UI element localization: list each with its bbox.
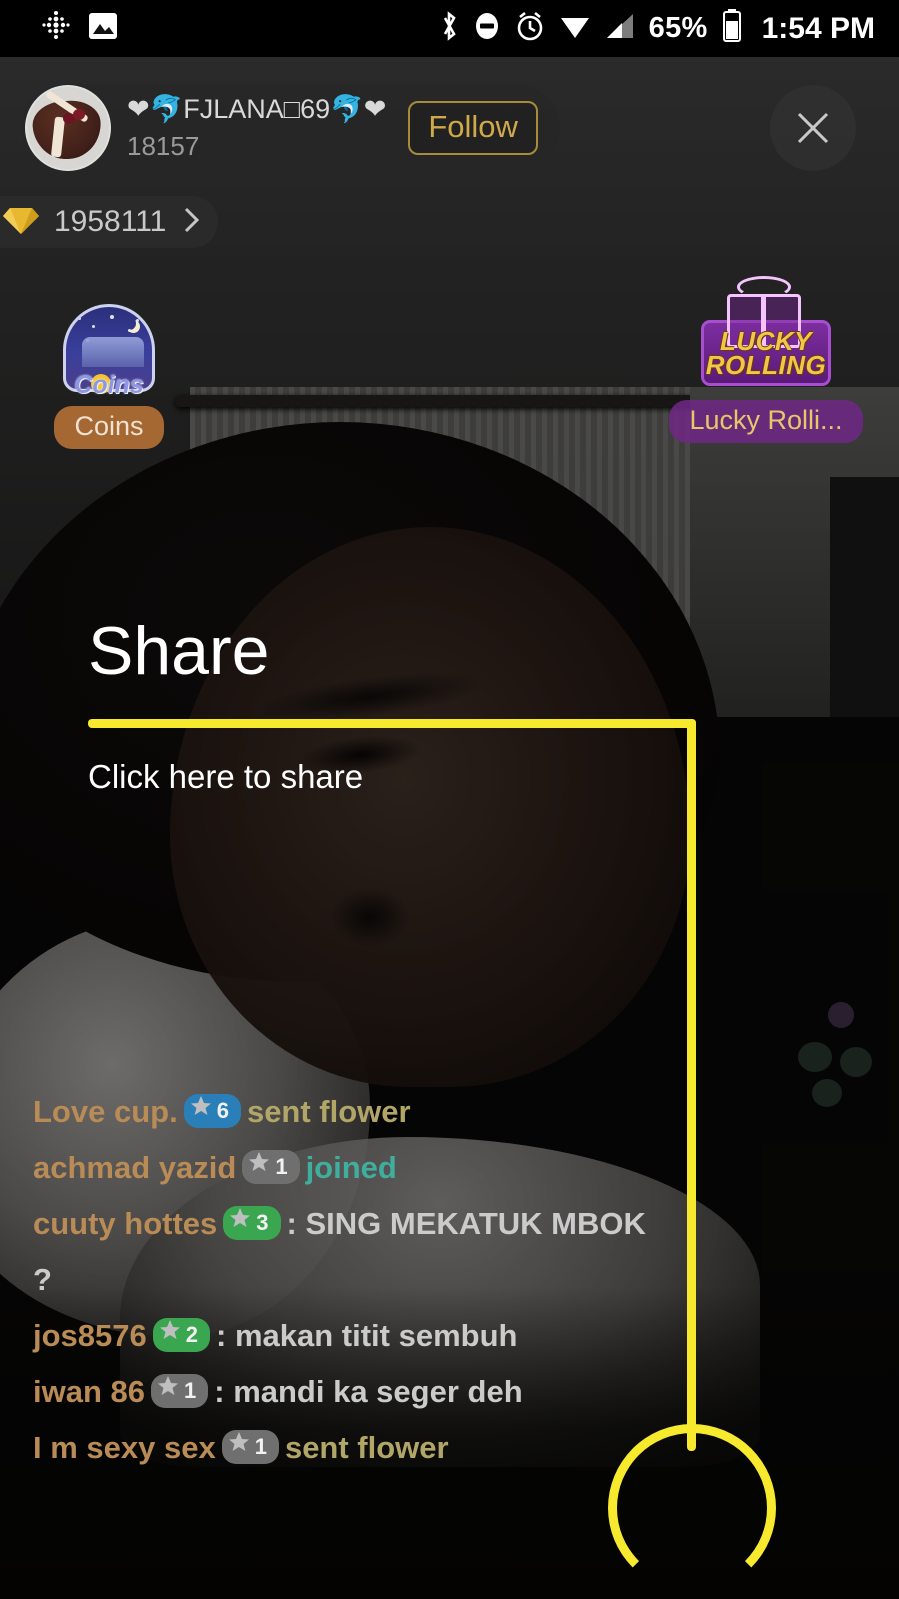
chat-colon: : bbox=[214, 1374, 234, 1409]
tutorial-title: Share bbox=[88, 613, 270, 689]
chat-username: achmad yazid bbox=[33, 1150, 237, 1185]
do-not-disturb-icon bbox=[473, 10, 501, 47]
star-icon bbox=[229, 1205, 251, 1239]
wifi-icon bbox=[559, 12, 591, 45]
battery-icon bbox=[722, 9, 742, 48]
chat-message[interactable]: jos8576 2: makan titit sembuh bbox=[33, 1308, 653, 1364]
chat-message-list[interactable]: Love cup. 6 sent flower achmad yazid 1 joined… bbox=[33, 1084, 653, 1476]
coins-badge-text: Coins bbox=[74, 371, 144, 399]
live-stream-screen: 65% 1:54 PM ❤🐬FJLANA□69🐬❤ 18157 Follow 1… bbox=[0, 0, 899, 1599]
sidebar-item-lucky-rolling[interactable]: LUCKY ROLLING Lucky Rolli... bbox=[669, 276, 863, 443]
chat-text: mandi ka seger deh bbox=[233, 1374, 523, 1409]
bottom-action-bar bbox=[0, 1440, 899, 1599]
sidebar-item-label-coins: Coins bbox=[54, 406, 164, 449]
chat-message[interactable]: iwan 86 1: mandi ka seger deh bbox=[33, 1364, 653, 1420]
lucky-rolling-badge-icon: LUCKY ROLLING bbox=[691, 276, 841, 392]
chat-colon: : bbox=[286, 1206, 306, 1241]
bluetooth-icon bbox=[439, 10, 459, 47]
alarm-icon bbox=[515, 10, 545, 47]
streamer-id: 18157 bbox=[127, 131, 200, 161]
image-icon bbox=[88, 12, 118, 45]
level-badge: 1 bbox=[151, 1373, 209, 1408]
chat-message[interactable]: cuuty hottes 3: SING MEKATUK MBOK ? bbox=[33, 1196, 653, 1308]
chat-colon: : bbox=[216, 1318, 235, 1353]
level-badge: 1 bbox=[242, 1149, 300, 1184]
star-icon bbox=[157, 1373, 179, 1407]
star-icon bbox=[248, 1149, 270, 1183]
lucky-badge-line2: ROLLING bbox=[705, 350, 827, 380]
chat-text: makan titit sembuh bbox=[234, 1318, 518, 1353]
clock-time: 1:54 PM bbox=[761, 11, 875, 45]
sidebar-item-label-lucky-rolling: Lucky Rolli... bbox=[669, 400, 863, 443]
close-icon[interactable] bbox=[770, 85, 856, 171]
chat-message[interactable]: achmad yazid 1 joined bbox=[33, 1140, 653, 1196]
dots-grid-icon bbox=[42, 11, 70, 46]
tutorial-highlight-horizontal bbox=[88, 719, 696, 728]
tutorial-highlight-vertical bbox=[687, 719, 696, 1451]
coins-badge-icon: Coins bbox=[55, 300, 163, 399]
streamer-username: ❤🐬FJLANA□69🐬❤ bbox=[127, 94, 387, 124]
chat-gift-action: sent flower bbox=[246, 1094, 411, 1129]
chat-message[interactable]: Love cup. 6 sent flower bbox=[33, 1084, 653, 1140]
level-badge: 2 bbox=[152, 1317, 211, 1352]
chat-username: iwan 86 bbox=[33, 1374, 145, 1409]
follow-button[interactable]: Follow bbox=[408, 101, 538, 155]
diamond-count: 1958111 bbox=[54, 205, 167, 238]
chat-join-action: joined bbox=[305, 1150, 397, 1185]
streamer-info-bar[interactable]: ❤🐬FJLANA□69🐬❤ 18157 Follow bbox=[22, 84, 560, 172]
chat-username: Love cup. bbox=[33, 1094, 178, 1129]
chat-username: cuuty hottes bbox=[33, 1206, 218, 1241]
avatar[interactable] bbox=[25, 85, 111, 171]
chat-username: jos8576 bbox=[33, 1318, 147, 1353]
level-badge: 3 bbox=[223, 1205, 281, 1240]
diamond-counter[interactable]: 1958111 bbox=[0, 196, 219, 248]
chevron-right-icon bbox=[180, 204, 202, 241]
star-icon bbox=[159, 1317, 181, 1351]
tutorial-subtitle: Click here to share bbox=[88, 758, 364, 795]
level-badge: 6 bbox=[183, 1093, 241, 1128]
status-bar: 65% 1:54 PM bbox=[0, 0, 899, 57]
signal-icon bbox=[605, 12, 635, 45]
star-icon bbox=[190, 1093, 212, 1127]
battery-percent: 65% bbox=[648, 12, 708, 44]
sidebar-item-coins[interactable]: Coins Coins bbox=[19, 300, 199, 449]
diamond-icon bbox=[2, 204, 40, 241]
